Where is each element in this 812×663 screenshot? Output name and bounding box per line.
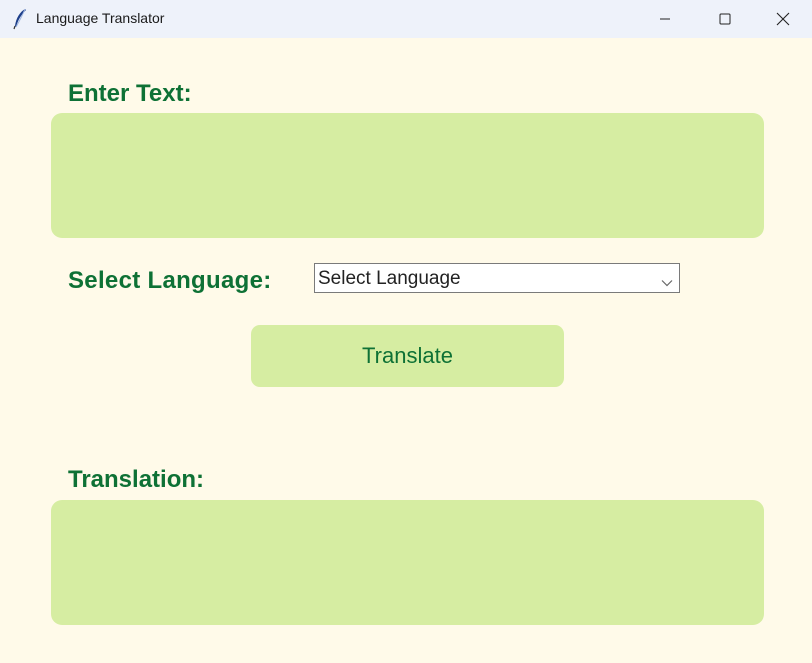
- language-dropdown[interactable]: Select Language: [314, 263, 680, 293]
- maximize-button[interactable]: [702, 0, 748, 38]
- app-window: Language Translator Enter Text: Select L…: [0, 0, 812, 663]
- language-dropdown-value: Select Language: [318, 268, 461, 289]
- input-text-area[interactable]: [51, 113, 764, 238]
- minimize-icon: [659, 13, 671, 25]
- chevron-down-icon[interactable]: [661, 274, 673, 287]
- minimize-button[interactable]: [642, 0, 688, 38]
- translate-button[interactable]: Translate: [251, 325, 564, 387]
- close-button[interactable]: [760, 0, 806, 38]
- enter-text-label: Enter Text:: [68, 80, 192, 107]
- select-language-label: Select Language:: [68, 267, 272, 294]
- translate-button-label: Translate: [362, 343, 453, 368]
- output-text-area[interactable]: [51, 500, 764, 625]
- title-bar[interactable]: Language Translator: [0, 0, 812, 38]
- translation-label: Translation:: [68, 466, 205, 493]
- maximize-icon: [719, 13, 731, 25]
- feather-icon: [12, 8, 28, 30]
- close-icon: [776, 12, 790, 26]
- window-title: Language Translator: [36, 10, 165, 26]
